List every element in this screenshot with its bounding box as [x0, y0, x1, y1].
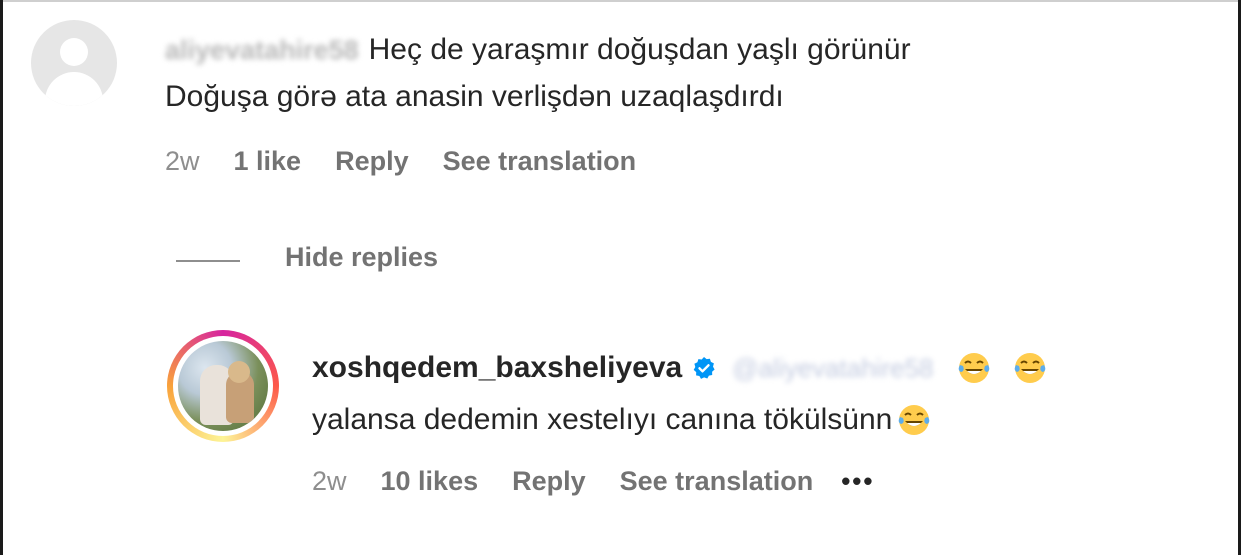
- hide-replies-label[interactable]: Hide replies: [285, 242, 438, 273]
- reply-header-row: xoshqedem_baxsheliyeva @aliyevatahire58: [312, 346, 1068, 390]
- verified-badge-icon: [693, 357, 715, 379]
- avatar-photo-figure: [228, 361, 250, 383]
- story-ring-avatar[interactable]: [167, 330, 279, 442]
- more-options-icon[interactable]: •••: [841, 466, 874, 497]
- reply-likes-count[interactable]: 10 likes: [381, 466, 479, 497]
- reply-username[interactable]: xoshqedem_baxsheliyeva: [312, 351, 682, 385]
- face-with-tears-of-joy-icon: [1014, 353, 1045, 383]
- face-with-tears-of-joy-icon: [899, 405, 930, 435]
- avatar-head-shape: [60, 38, 88, 66]
- comment-reply-button[interactable]: Reply: [335, 146, 409, 177]
- left-border: [0, 0, 3, 555]
- reply-mention[interactable]: @aliyevatahire58: [732, 353, 933, 384]
- reply-see-translation-button[interactable]: See translation: [620, 466, 814, 497]
- reply-text-row: yalansa dedemin xestelıyı canına tökülsü…: [312, 398, 932, 442]
- comment-text-row: aliyevatahire58 Heç de yaraşmır doğuşdan…: [165, 28, 911, 72]
- face-with-tears-of-joy-icon: [958, 353, 989, 383]
- reply-text: yalansa dedemin xestelıyı canına tökülsü…: [312, 403, 893, 436]
- reply-meta-row: 2w 10 likes Reply See translation •••: [312, 466, 875, 497]
- reply-timestamp[interactable]: 2w: [312, 466, 347, 497]
- comment-see-translation-button[interactable]: See translation: [443, 146, 637, 177]
- comment-likes-count[interactable]: 1 like: [234, 146, 302, 177]
- comment-timestamp[interactable]: 2w: [165, 146, 200, 177]
- comment-text-line1: Heç de yaraşmır doğuşdan yaşlı görünür: [368, 33, 911, 66]
- comment-text-line2: Doğuşa görə ata anasin verlişdən uzaqlaş…: [165, 80, 784, 113]
- top-border: [0, 0, 1241, 2]
- comment-username[interactable]: aliyevatahire58: [165, 35, 359, 66]
- avatar-photo: [178, 341, 268, 431]
- default-avatar-icon[interactable]: [31, 20, 117, 106]
- reply-reply-button[interactable]: Reply: [512, 466, 586, 497]
- comment-meta-row: 2w 1 like Reply See translation: [165, 146, 636, 177]
- hide-replies-divider: [176, 260, 240, 262]
- avatar-body-shape: [45, 72, 103, 106]
